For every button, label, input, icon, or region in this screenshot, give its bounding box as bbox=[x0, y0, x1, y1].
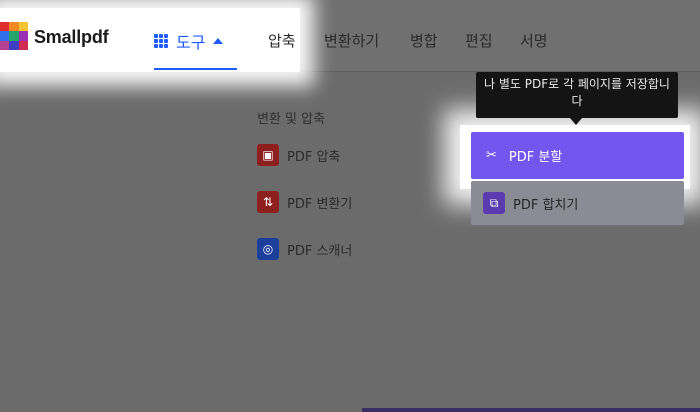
menu-item-compress[interactable]: ▣ PDF 압축 bbox=[257, 143, 340, 167]
nav-sign[interactable]: 서명 bbox=[520, 30, 548, 51]
merge-pdf-button[interactable]: ⧉ PDF 합치기 bbox=[471, 181, 684, 225]
brand-name[interactable]: Smallpdf bbox=[34, 27, 109, 48]
tools-menu-button[interactable]: 도구 bbox=[154, 26, 224, 56]
nav-compress[interactable]: 압축 bbox=[268, 30, 296, 51]
nav-edit[interactable]: 편집 bbox=[465, 30, 493, 51]
menu-item-scanner[interactable]: ◎ PDF 스캐너 bbox=[257, 237, 352, 261]
bottom-accent-bar bbox=[362, 408, 700, 412]
split-pdf-label: PDF 분할 bbox=[508, 150, 563, 165]
compress-icon: ▣ bbox=[257, 144, 279, 166]
convert-icon: ⇅ bbox=[257, 191, 279, 213]
tools-label: 도구 bbox=[176, 33, 206, 52]
scissors-icon: ✂ bbox=[486, 148, 497, 163]
smallpdf-logo-icon[interactable] bbox=[0, 22, 28, 50]
split-pdf-button[interactable]: ✂ PDF 분할 bbox=[471, 132, 684, 179]
tools-active-indicator bbox=[154, 68, 237, 70]
tooltip-arrow bbox=[570, 118, 582, 125]
nav-merge[interactable]: 병합 bbox=[410, 30, 438, 51]
menu-item-label: PDF 스캐너 bbox=[287, 243, 353, 259]
section-title-convert-compress: 변환 및 압축 bbox=[257, 112, 326, 127]
tooltip: 나 별도 PDF로 각 페이지를 저장합니다 bbox=[476, 72, 678, 118]
nav-convert[interactable]: 변환하기 bbox=[324, 30, 379, 51]
menu-item-converter[interactable]: ⇅ PDF 변환기 bbox=[257, 190, 352, 214]
caret-up-icon bbox=[213, 38, 224, 44]
menu-item-label: PDF 압축 bbox=[287, 149, 341, 165]
grid-icon bbox=[154, 34, 168, 48]
merge-icon: ⧉ bbox=[483, 192, 505, 214]
scanner-icon: ◎ bbox=[257, 238, 279, 260]
menu-item-label: PDF 변환기 bbox=[287, 196, 353, 212]
merge-pdf-label: PDF 합치기 bbox=[513, 197, 579, 213]
